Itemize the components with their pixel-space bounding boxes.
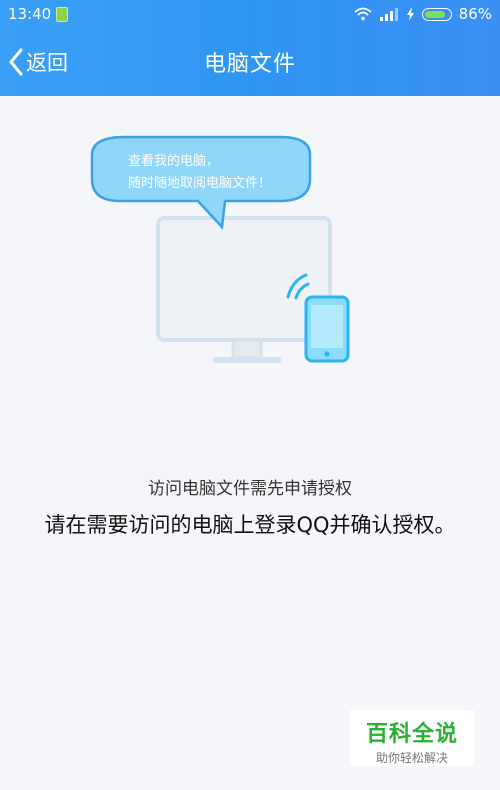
charging-icon xyxy=(406,7,414,21)
status-time: 13:40 xyxy=(8,5,52,23)
watermark-logo: 百科全说 助你轻松解决 xyxy=(350,710,474,766)
page-title: 电脑文件 xyxy=(203,52,296,77)
watermark-title: 百科全说 xyxy=(365,722,458,747)
signal-icon xyxy=(379,8,398,21)
status-bar: 13:40 86% xyxy=(0,0,500,30)
monitor-frame xyxy=(156,216,332,342)
computer-phone-illustration: 查看我的电脑， 随时随地取阅电脑文件！ xyxy=(90,135,350,363)
monitor-neck xyxy=(231,338,263,360)
sim-card-icon xyxy=(56,7,68,22)
top-header: 13:40 86% 返回 电脑文件 xyxy=(0,0,500,96)
battery-percent: 86% xyxy=(458,5,492,23)
bubble-line-2: 随时随地取阅电脑文件！ xyxy=(128,176,271,191)
monitor-base xyxy=(213,357,281,363)
status-right: 86% xyxy=(354,5,492,23)
wifi-icon xyxy=(354,7,372,21)
authorization-notice: 访问电脑文件需先申请授权 xyxy=(148,479,352,499)
battery-icon xyxy=(421,7,452,21)
watermark-subtitle: 助你轻松解决 xyxy=(375,751,448,765)
bubble-line-1: 查看我的电脑， xyxy=(128,153,219,169)
authorization-instruction: 请在需要访问的电脑上登录QQ并确认授权。 xyxy=(44,513,456,537)
